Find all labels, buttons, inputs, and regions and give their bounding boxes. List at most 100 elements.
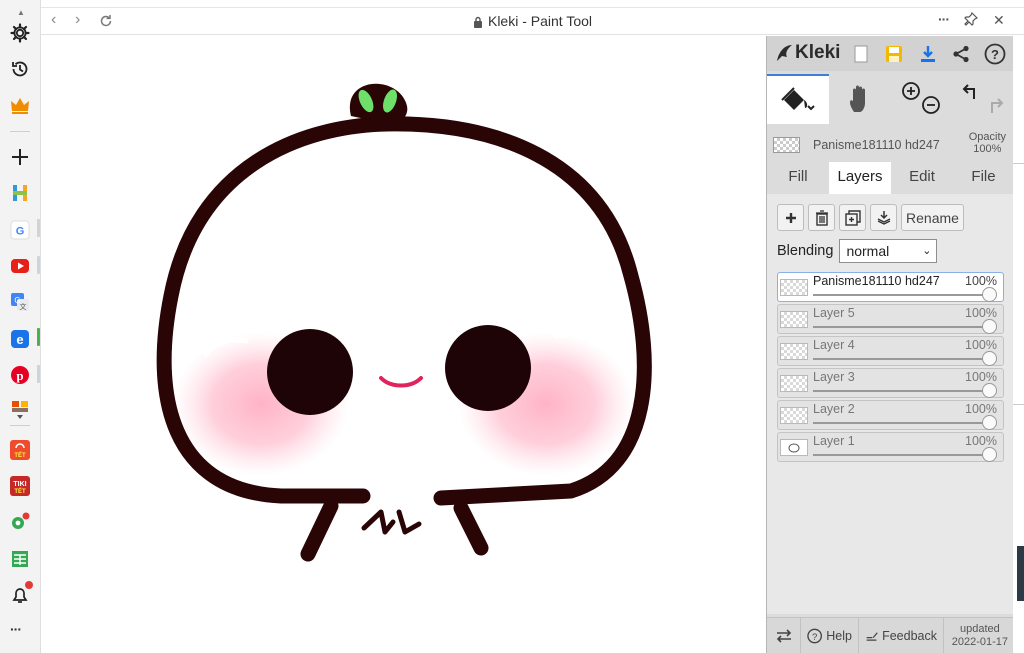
panel-topbar: Kleki ? — [767, 36, 1014, 71]
bell-icon[interactable] — [8, 581, 33, 607]
hotdeal-icon[interactable] — [8, 181, 32, 205]
history-icon[interactable] — [8, 57, 32, 81]
more-options-icon[interactable]: ··· — [938, 11, 950, 27]
tab-file[interactable]: File — [953, 162, 1014, 194]
plus-icon[interactable] — [8, 145, 32, 169]
collapse-icon[interactable]: ▲ — [17, 8, 25, 17]
left-eye — [267, 329, 353, 415]
layer-opacity-track[interactable] — [813, 454, 989, 456]
layer-name: Layer 3 — [813, 370, 855, 384]
layer-opacity-slider[interactable] — [982, 351, 997, 366]
layer-opacity-track[interactable] — [813, 390, 989, 392]
redo-icon[interactable] — [990, 98, 1003, 113]
layer-name: Layer 5 — [813, 306, 855, 320]
add-layer-button[interactable] — [777, 204, 804, 231]
layer-item[interactable]: Layer 3 100% — [777, 368, 1004, 398]
shopee-icon[interactable]: TẾT — [8, 438, 32, 462]
google-icon[interactable]: G — [8, 218, 32, 242]
tab-edit[interactable]: Edit — [891, 162, 953, 194]
blending-select[interactable]: normal ⌄ — [839, 239, 938, 263]
crown-icon[interactable] — [8, 94, 32, 118]
duplicate-icon — [844, 209, 861, 226]
save-icon[interactable] — [882, 42, 906, 66]
youtube-icon[interactable] — [8, 254, 32, 278]
updated-label: updated — [959, 623, 1000, 635]
drawing-canvas[interactable] — [41, 36, 766, 653]
feedback-button[interactable]: Feedback — [859, 618, 944, 653]
pin-icon[interactable] — [964, 11, 979, 29]
merge-layer-button[interactable] — [870, 204, 897, 231]
layer-opacity-slider[interactable] — [982, 287, 997, 302]
layer-opacity-slider[interactable] — [982, 319, 997, 334]
tool-panel: Kleki ? Panisme181110 hd247 Opacity 100%… — [766, 36, 1014, 653]
current-layer-info: Panisme181110 hd247 Opacity 100% — [767, 128, 1014, 162]
translate-icon[interactable]: G文 — [8, 290, 32, 314]
layer-name: Layer 2 — [813, 402, 855, 416]
fill-tool-button[interactable] — [767, 74, 829, 124]
merge-down-icon — [877, 210, 890, 225]
opacity-value: 100% — [973, 143, 1002, 155]
layer-item[interactable]: Layer 4 100% — [777, 336, 1004, 366]
zoom-in-icon[interactable] — [902, 82, 920, 100]
left-hand — [361, 509, 396, 535]
help-icon[interactable]: ? — [983, 42, 1007, 66]
help-button[interactable]: ? Help — [801, 618, 859, 653]
share-icon[interactable] — [949, 42, 973, 66]
download-icon[interactable] — [916, 42, 940, 66]
layer-name: Layer 4 — [813, 338, 855, 352]
blending-value: normal — [846, 243, 890, 259]
layer-name: Layer 1 — [813, 434, 855, 448]
app-grid-icon[interactable] — [8, 398, 32, 422]
svg-text:e: e — [16, 332, 23, 347]
app-logo[interactable]: Kleki — [775, 42, 840, 64]
undo-icon[interactable] — [962, 84, 975, 99]
layer-opacity-track[interactable] — [813, 422, 989, 424]
duplicate-layer-button[interactable] — [839, 204, 866, 231]
layer-item[interactable]: Layer 2 100% — [777, 400, 1004, 430]
trash-icon — [815, 209, 828, 226]
rename-layer-button[interactable]: Rename — [901, 204, 964, 231]
layer-item[interactable]: Panisme181110 hd247 100% — [777, 272, 1004, 302]
layer-item[interactable]: Layer 1 100% — [777, 432, 1004, 462]
layer-opacity-slider[interactable] — [982, 383, 997, 398]
more-icon[interactable]: ··· — [10, 621, 22, 637]
current-layer-name: Panisme181110 hd247 — [813, 138, 940, 152]
lock-icon — [473, 15, 483, 31]
close-window-icon[interactable]: ✕ — [993, 12, 1005, 29]
layer-opacity-track[interactable] — [813, 294, 989, 296]
layer-opacity: 100% — [965, 370, 997, 384]
layer-thumbnail — [780, 311, 808, 328]
right-eye — [445, 325, 531, 411]
tool-row — [767, 74, 1014, 124]
layer-thumbnail — [780, 279, 808, 296]
updated-date: 2022-01-17 — [951, 636, 1008, 648]
canvas-artwork — [156, 83, 652, 562]
panel-tabs: Fill Layers Edit File — [767, 162, 1014, 194]
swap-side-button[interactable] — [767, 618, 801, 653]
layer-opacity-track[interactable] — [813, 358, 989, 360]
hand-tool-button[interactable] — [829, 74, 891, 124]
pinterest-icon[interactable]: p — [8, 363, 32, 387]
window-title-wrap: Kleki - Paint Tool — [41, 13, 1024, 31]
layer-opacity-slider[interactable] — [982, 447, 997, 462]
layer-opacity-track[interactable] — [813, 326, 989, 328]
layer-opacity-slider[interactable] — [982, 415, 997, 430]
layer-list: Panisme181110 hd247 100% Layer 5 100% La… — [777, 272, 1004, 464]
zoom-buttons — [891, 74, 951, 124]
map-pin-icon[interactable] — [8, 510, 32, 534]
tab-fill[interactable]: Fill — [767, 162, 829, 194]
tiki-icon[interactable]: TIKI TẾT — [8, 474, 32, 498]
zoom-out-icon[interactable] — [922, 96, 940, 114]
delete-layer-button[interactable] — [808, 204, 835, 231]
gear-icon[interactable] — [8, 21, 32, 45]
sprout — [349, 83, 408, 124]
edge-icon[interactable]: e — [8, 327, 32, 351]
tab-layers[interactable]: Layers — [829, 162, 891, 194]
layer-item[interactable]: Layer 5 100% — [777, 304, 1004, 334]
help-label: Help — [826, 629, 852, 643]
sheet-icon[interactable] — [8, 547, 32, 571]
undo-redo-buttons — [951, 74, 1014, 124]
layer-thumbnail — [780, 439, 808, 456]
new-image-icon[interactable] — [849, 42, 873, 66]
feedback-icon — [866, 632, 878, 641]
